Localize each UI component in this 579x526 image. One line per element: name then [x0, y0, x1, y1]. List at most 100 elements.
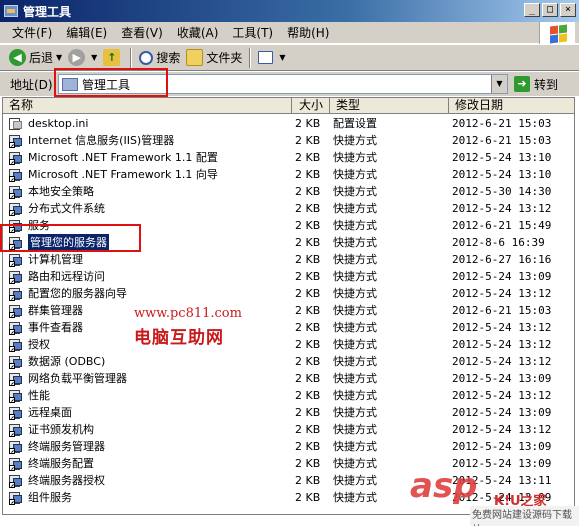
maximize-button[interactable]: □: [542, 3, 558, 17]
file-date: 2012-6-21 15:49: [452, 219, 552, 232]
close-button[interactable]: ×: [560, 3, 576, 17]
list-item[interactable]: 网络负载平衡管理器 2 KB 快捷方式 2012-5-24 13:09: [3, 370, 574, 387]
file-size: 2 KB: [295, 219, 321, 232]
file-name: 本地安全策略: [28, 185, 94, 198]
file-name-cell: 事件查看器: [9, 319, 83, 336]
menu-help[interactable]: 帮助(H): [281, 24, 337, 41]
event-viewer-icon: [9, 321, 24, 335]
views-button[interactable]: ▼: [255, 47, 288, 69]
list-item[interactable]: Microsoft .NET Framework 1.1 配置 2 KB 快捷方式 2…: [3, 149, 574, 166]
annotation-highlight-address: [54, 68, 168, 97]
file-name: 路由和远程访问: [28, 270, 105, 283]
file-name-cell: 分布式文件系统: [9, 200, 105, 217]
file-type: 快捷方式: [333, 219, 377, 232]
list-item[interactable]: 终端服务管理器 2 KB 快捷方式 2012-5-24 13:09: [3, 438, 574, 455]
address-label: 地址(D): [10, 77, 53, 92]
annotation-highlight-selected: [0, 224, 141, 252]
file-type: 快捷方式: [333, 457, 377, 470]
chevron-down-icon[interactable]: ▼: [279, 53, 285, 62]
file-date: 2012-5-24 13:09: [452, 372, 552, 385]
list-item[interactable]: 性能 2 KB 快捷方式 2012-5-24 13:12: [3, 387, 574, 404]
list-item[interactable]: desktop.ini 2 KB 配置设置 2012-6-21 15:03: [3, 115, 574, 132]
file-size: 2 KB: [295, 423, 321, 436]
list-item[interactable]: 授权 2 KB 快捷方式 2012-5-24 13:12: [3, 336, 574, 353]
file-size: 2 KB: [295, 474, 321, 487]
menu-favorites[interactable]: 收藏(A): [171, 24, 227, 41]
file-date: 2012-6-27 16:16: [452, 253, 552, 266]
file-date: 2012-5-24 13:10: [452, 151, 552, 164]
menu-view[interactable]: 查看(V): [115, 24, 171, 41]
menu-file[interactable]: 文件(F): [6, 24, 60, 41]
file-type: 快捷方式: [333, 134, 377, 147]
list-item[interactable]: 组件服务 2 KB 快捷方式 2012-5-24 13:09: [3, 489, 574, 506]
list-item[interactable]: Microsoft .NET Framework 1.1 向导 2 KB 快捷方式 2…: [3, 166, 574, 183]
list-item[interactable]: 计算机管理 2 KB 快捷方式 2012-6-27 16:16: [3, 251, 574, 268]
file-type: 配置设置: [333, 117, 377, 130]
watermark-subtitle: 免费网站建设源码下载站: [470, 506, 579, 526]
nlb-manager-icon: [9, 372, 24, 386]
list-item[interactable]: 配置您的服务器向导 2 KB 快捷方式 2012-5-24 13:12: [3, 285, 574, 302]
toolbar-separator: [130, 47, 133, 68]
dotnet-wizard-shortcut-icon: [9, 168, 24, 182]
list-item[interactable]: Internet 信息服务(IIS)管理器 2 KB 快捷方式 2012-6-21 1…: [3, 132, 574, 149]
forward-button[interactable]: ▶ ▼: [65, 47, 100, 69]
list-item[interactable]: 分布式文件系统 2 KB 快捷方式 2012-5-24 13:12: [3, 200, 574, 217]
file-name-cell: Microsoft .NET Framework 1.1 向导: [9, 166, 218, 183]
column-header-name[interactable]: 名称: [3, 98, 292, 114]
file-type: 快捷方式: [333, 253, 377, 266]
list-item[interactable]: 终端服务器授权 2 KB 快捷方式 2012-5-24 13:11: [3, 472, 574, 489]
chevron-down-icon[interactable]: ▼: [91, 53, 97, 62]
column-header-size[interactable]: 大小: [292, 98, 330, 114]
file-name: Microsoft .NET Framework 1.1 向导: [28, 168, 218, 181]
file-name: 分布式文件系统: [28, 202, 105, 215]
file-size: 2 KB: [295, 491, 321, 504]
file-size: 2 KB: [295, 287, 321, 300]
chevron-down-icon[interactable]: ▼: [491, 75, 507, 93]
file-date: 2012-5-24 13:12: [452, 338, 552, 351]
back-arrow-icon: ◀: [9, 49, 26, 66]
up-folder-button[interactable]: ↑: [100, 47, 126, 69]
terminal-server-licensing-icon: [9, 474, 24, 488]
back-button[interactable]: ◀ 后退 ▼: [6, 47, 65, 69]
menu-edit[interactable]: 编辑(E): [60, 24, 115, 41]
file-type: 快捷方式: [333, 389, 377, 402]
performance-icon: [9, 389, 24, 403]
file-name: 数据源 (ODBC): [28, 355, 106, 368]
file-date: 2012-5-24 13:10: [452, 168, 552, 181]
list-item[interactable]: 证书颁发机构 2 KB 快捷方式 2012-5-24 13:12: [3, 421, 574, 438]
watermark-url: www.pc811.com: [134, 306, 242, 321]
file-type: 快捷方式: [333, 423, 377, 436]
search-label: 搜索: [156, 51, 181, 65]
file-name-cell: 网络负载平衡管理器: [9, 370, 127, 387]
file-date: 2012-5-30 14:30: [452, 185, 552, 198]
file-size: 2 KB: [295, 321, 321, 334]
column-header-date[interactable]: 修改日期: [449, 98, 574, 114]
file-type: 快捷方式: [333, 151, 377, 164]
list-item[interactable]: 终端服务配置 2 KB 快捷方式 2012-5-24 13:09: [3, 455, 574, 472]
file-size: 2 KB: [295, 406, 321, 419]
list-item[interactable]: 远程桌面 2 KB 快捷方式 2012-5-24 13:09: [3, 404, 574, 421]
list-item[interactable]: 事件查看器 2 KB 快捷方式 2012-5-24 13:12: [3, 319, 574, 336]
local-security-policy-icon: [9, 185, 24, 199]
list-item[interactable]: 数据源 (ODBC) 2 KB 快捷方式 2012-5-24 13:12: [3, 353, 574, 370]
file-date: 2012-8-6 16:39: [452, 236, 545, 249]
file-name: 终端服务配置: [28, 457, 94, 470]
file-name: 组件服务: [28, 491, 72, 504]
folders-button[interactable]: 文件夹: [183, 47, 245, 69]
certificate-authority-icon: [9, 423, 24, 437]
search-button[interactable]: 搜索: [136, 47, 183, 69]
column-header-type[interactable]: 类型: [330, 98, 449, 114]
file-type: 快捷方式: [333, 185, 377, 198]
go-button[interactable]: ➜ 转到: [514, 74, 558, 94]
menu-tools[interactable]: 工具(T): [226, 24, 281, 41]
list-item[interactable]: 路由和远程访问 2 KB 快捷方式 2012-5-24 13:09: [3, 268, 574, 285]
minimize-button[interactable]: _: [524, 3, 540, 17]
file-name-cell: 证书颁发机构: [9, 421, 94, 438]
file-type: 快捷方式: [333, 304, 377, 317]
list-item[interactable]: 本地安全策略 2 KB 快捷方式 2012-5-30 14:30: [3, 183, 574, 200]
file-type: 快捷方式: [333, 287, 377, 300]
chevron-down-icon[interactable]: ▼: [56, 53, 62, 62]
file-size: 2 KB: [295, 270, 321, 283]
list-item[interactable]: 群集管理器 2 KB 快捷方式 2012-6-21 15:03: [3, 302, 574, 319]
file-date: 2012-6-21 15:03: [452, 117, 552, 130]
